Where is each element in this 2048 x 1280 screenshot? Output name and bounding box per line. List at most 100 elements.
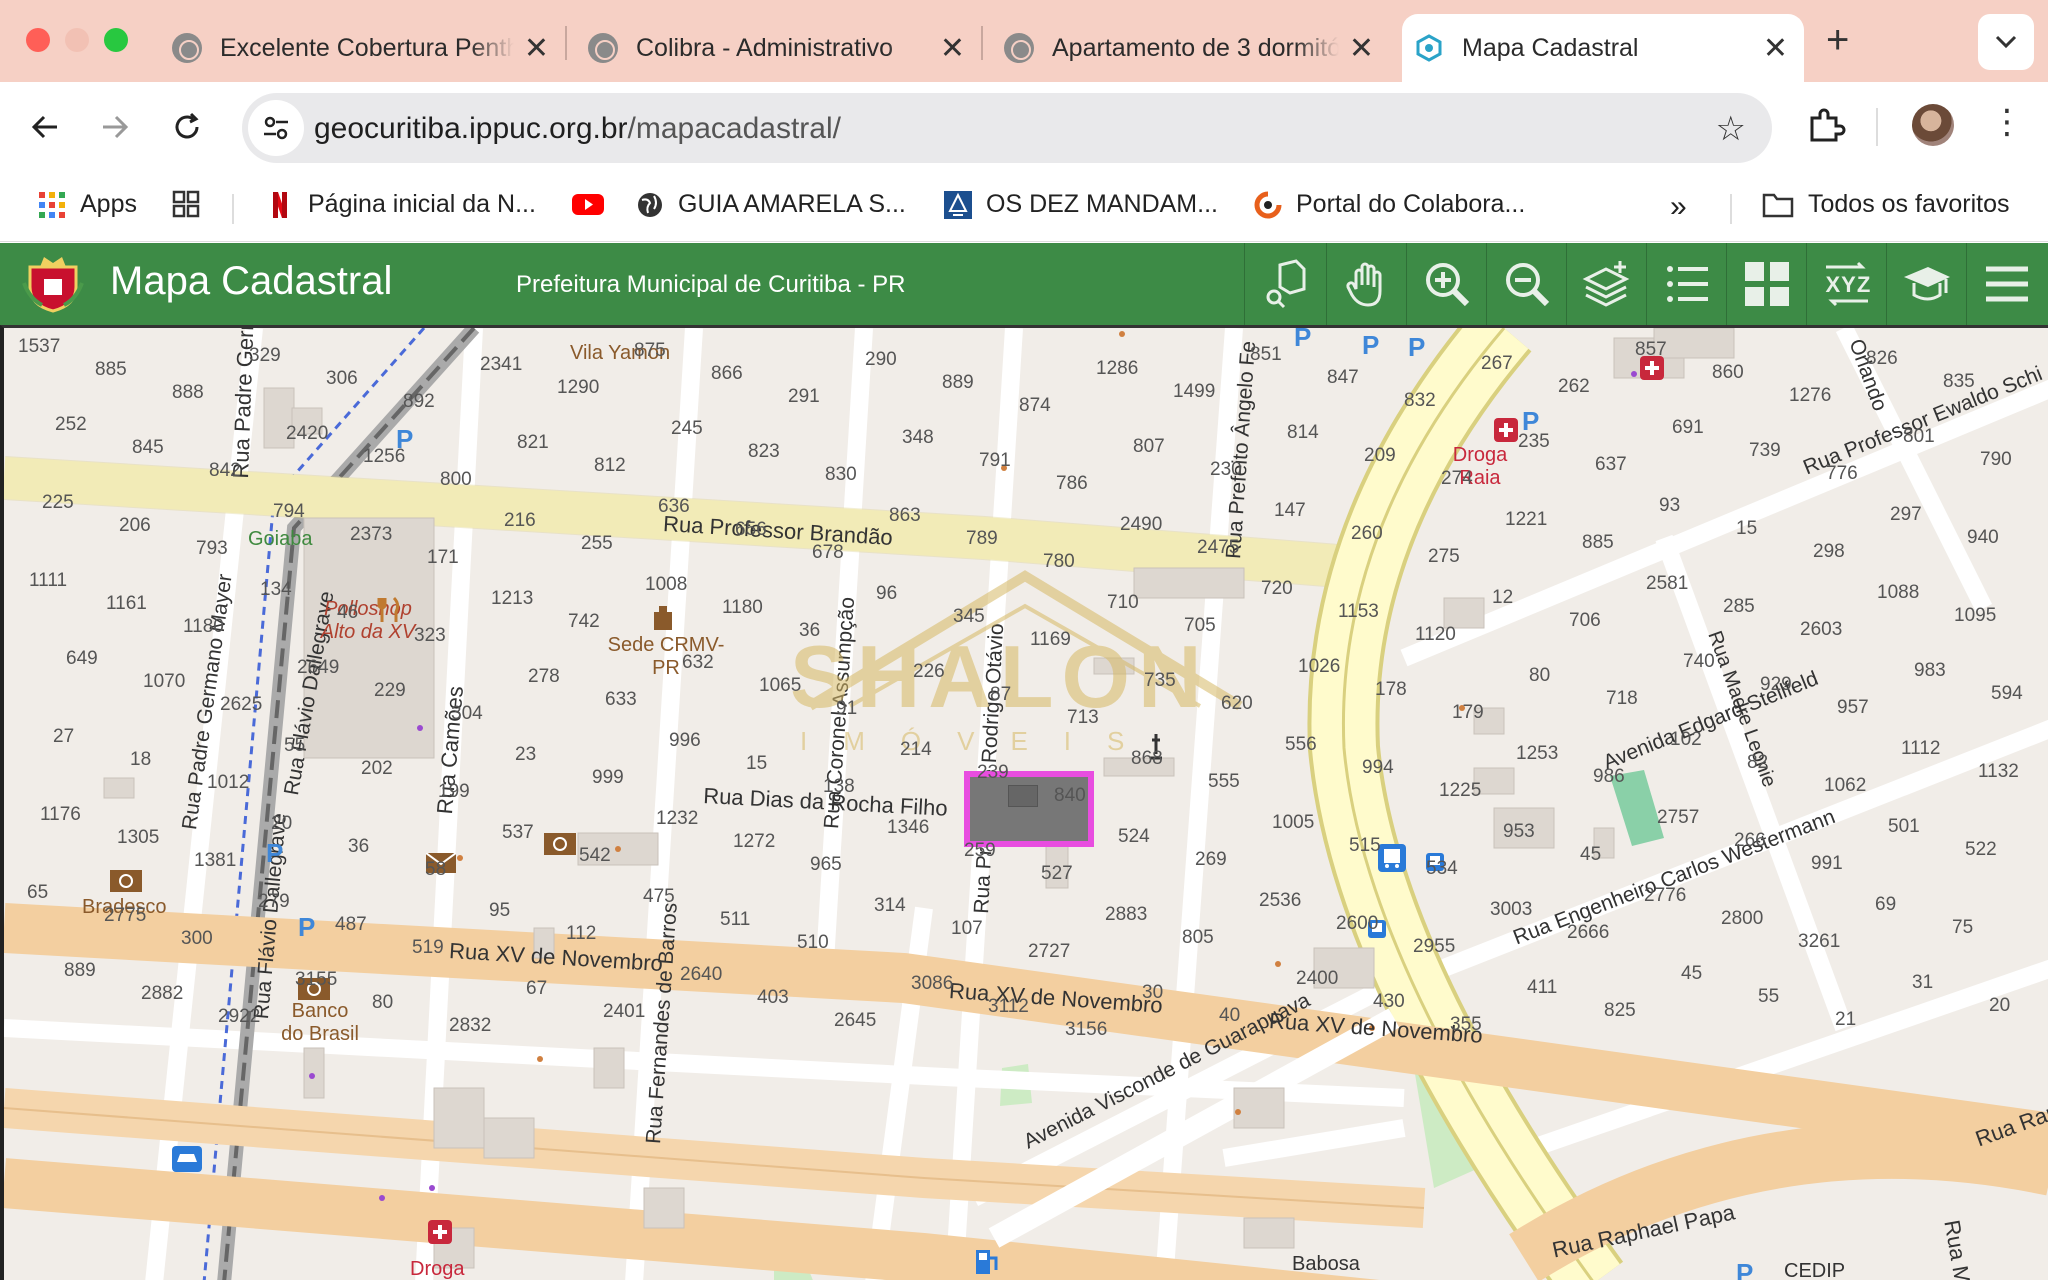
house-number: 2640 <box>680 964 723 985</box>
tab-search-button[interactable] <box>1978 14 2034 70</box>
house-number: 1381 <box>194 850 237 871</box>
bank-icon[interactable] <box>544 833 576 860</box>
zoom-out-button[interactable] <box>1486 243 1566 325</box>
tab-cobertura[interactable]: Excelente Cobertura Penthouse ✕ <box>160 14 565 82</box>
house-number: 1070 <box>143 671 186 692</box>
extensions-button[interactable] <box>1806 106 1846 151</box>
house-number: 522 <box>1965 839 1997 860</box>
poi-cedip[interactable]: CEDIP <box>1784 1260 1845 1280</box>
tab-mapa-cadastral[interactable]: Mapa Cadastral ✕ <box>1402 14 1804 82</box>
parking-icon[interactable]: P <box>1294 328 1311 353</box>
layers-button[interactable] <box>1566 243 1646 325</box>
house-number: 510 <box>797 932 829 953</box>
parking-icon[interactable]: P <box>1408 332 1425 363</box>
maximize-window-button[interactable] <box>104 28 128 52</box>
house-number: 929 <box>1760 674 1792 695</box>
house-number: 23 <box>515 744 537 765</box>
close-window-button[interactable] <box>26 28 50 52</box>
house-number: 1176 <box>40 804 81 825</box>
church-icon <box>944 190 972 219</box>
house-number: 2603 <box>1800 619 1843 640</box>
house-number: 3156 <box>1065 1019 1108 1040</box>
back-button[interactable] <box>22 104 68 150</box>
house-number: 1008 <box>645 574 688 595</box>
pan-button[interactable] <box>1326 243 1406 325</box>
house-number: 225 <box>42 492 74 513</box>
layers-icon <box>1582 261 1629 307</box>
restaurant-icon[interactable] <box>376 596 404 629</box>
bookmark-apps[interactable]: Apps <box>38 190 137 219</box>
house-number: 214 <box>900 739 932 760</box>
profile-avatar[interactable] <box>1912 104 1954 146</box>
address-bar[interactable]: geocuritiba.ippuc.org.br/mapacadastral/ … <box>242 93 1772 163</box>
house-number: 718 <box>1606 688 1638 709</box>
new-tab-button[interactable]: + <box>1826 18 1849 63</box>
house-number: 874 <box>1019 395 1051 416</box>
tab-colibra[interactable]: Colibra - Administrativo ✕ <box>576 14 981 82</box>
house-number: 1225 <box>1439 780 1482 801</box>
close-tab-icon[interactable]: ✕ <box>1763 31 1788 66</box>
forward-button[interactable] <box>92 104 138 150</box>
bookmark-divider <box>1730 194 1732 224</box>
house-number: 2600 <box>1336 913 1379 934</box>
house-number: 260 <box>1351 523 1383 544</box>
house-number: 69 <box>1875 894 1897 915</box>
house-number: 780 <box>1043 551 1075 572</box>
main-menu-button[interactable] <box>1966 243 2046 325</box>
grid-button[interactable] <box>1726 243 1806 325</box>
puzzle-icon <box>1810 108 1846 142</box>
poi-goiaba[interactable]: Goiaba <box>248 528 313 551</box>
close-tab-icon[interactable]: ✕ <box>524 31 549 66</box>
close-tab-icon[interactable]: ✕ <box>1349 31 1374 66</box>
poi-droga[interactable]: Droga <box>410 1258 464 1280</box>
house-number: 1062 <box>1824 775 1867 796</box>
car-rental-icon[interactable] <box>172 1146 202 1177</box>
bookmark-guia-amarela[interactable]: GUIA AMARELA S... <box>636 190 906 219</box>
house-number: 2800 <box>1721 908 1764 929</box>
identify-tool-button[interactable] <box>1244 243 1324 325</box>
cadastral-map[interactable]: Rua Professor Brandão Rua Dias da Rocha … <box>0 325 2048 1280</box>
bus-stop-icon[interactable] <box>1378 844 1406 877</box>
house-number: 279 <box>258 891 290 912</box>
reload-button[interactable] <box>164 104 210 150</box>
bookmark-youtube[interactable] <box>572 190 618 218</box>
education-button[interactable] <box>1886 243 1966 325</box>
poi-banco-brasil[interactable]: Banco do Brasil <box>280 1000 360 1046</box>
tab-groups-icon <box>172 190 200 218</box>
house-number: 314 <box>874 895 906 916</box>
bookmark-tab-groups[interactable] <box>172 190 214 218</box>
bookmark-divider <box>232 194 234 224</box>
xyz-coordinates-button[interactable]: XYZ <box>1806 243 1886 325</box>
house-number: 266 <box>1734 830 1766 851</box>
house-number: 329 <box>249 345 281 366</box>
site-info-button[interactable] <box>248 100 304 156</box>
minimize-window-button[interactable] <box>65 28 89 52</box>
parking-icon[interactable]: P <box>1362 330 1379 361</box>
house-number: 487 <box>335 914 367 935</box>
zoom-in-button[interactable] <box>1406 243 1486 325</box>
close-tab-icon[interactable]: ✕ <box>940 31 965 66</box>
bookmark-dez-mandamentos[interactable]: OS DEZ MANDAM... <box>944 190 1218 219</box>
more-bookmarks-button[interactable]: » <box>1670 190 1687 224</box>
bookmark-netflix[interactable]: Página inicial da N... <box>266 190 536 219</box>
poi-babosa[interactable]: Babosa <box>1292 1253 1360 1276</box>
youtube-icon <box>572 194 604 215</box>
parking-icon[interactable]: P <box>266 838 283 869</box>
tab-apartamento[interactable]: Apartamento de 3 dormitórios ✕ <box>992 14 1390 82</box>
fuel-station-icon[interactable] <box>974 1248 1000 1280</box>
house-number: 3112 <box>988 996 1029 1017</box>
house-number: 868 <box>1131 748 1163 769</box>
pharmacy-icon[interactable] <box>428 1220 452 1249</box>
bookmark-portal[interactable]: Portal do Colabora... <box>1254 190 1525 219</box>
parking-icon[interactable]: P <box>1736 1258 1753 1280</box>
bank-icon[interactable] <box>110 870 142 897</box>
parking-icon[interactable]: P <box>298 912 315 943</box>
office-icon[interactable] <box>652 606 674 637</box>
house-number: 801 <box>1903 426 1935 447</box>
legend-button[interactable] <box>1646 243 1726 325</box>
house-number: 888 <box>172 382 204 403</box>
bookmark-star-icon[interactable]: ☆ <box>1716 109 1746 149</box>
pharmacy-icon[interactable] <box>1494 418 1518 447</box>
all-bookmarks-button[interactable]: Todos os favoritos <box>1762 190 2010 219</box>
browser-menu-icon[interactable]: ⋮ <box>1990 102 2024 142</box>
